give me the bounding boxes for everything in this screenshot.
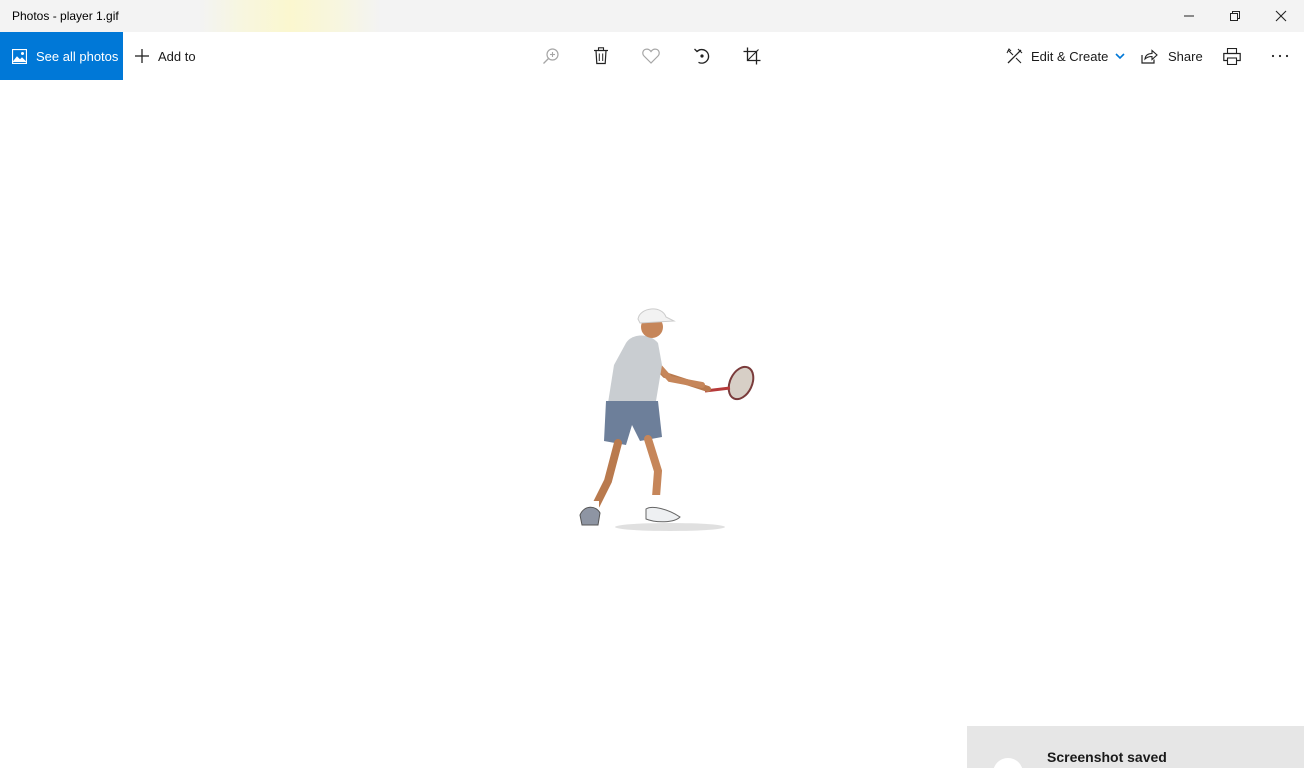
delete-icon [594, 47, 608, 65]
photo-canvas[interactable] [0, 80, 1304, 768]
chevron-down-icon [1115, 53, 1125, 60]
see-all-photos-button[interactable]: See all photos [0, 32, 123, 80]
window-title: Photos - player 1.gif [12, 9, 119, 23]
rotate-button[interactable] [692, 46, 712, 66]
toast-title: Screenshot saved [1047, 749, 1167, 765]
heart-icon [642, 48, 660, 64]
zoom-button[interactable] [541, 46, 561, 66]
screenshot-saved-toast[interactable]: Screenshot saved [967, 726, 1304, 768]
minimize-button[interactable] [1166, 0, 1212, 32]
restore-icon [1230, 11, 1240, 21]
edit-create-label: Edit & Create [1031, 48, 1109, 64]
edit-create-button[interactable]: Edit & Create [1006, 32, 1125, 80]
more-icon [1271, 54, 1289, 58]
see-all-photos-label: See all photos [36, 48, 119, 64]
edit-create-icon [1006, 47, 1023, 63]
crop-button[interactable] [742, 46, 762, 66]
restore-button[interactable] [1212, 0, 1258, 32]
share-label: Share [1168, 48, 1203, 64]
crop-icon [743, 47, 761, 65]
minimize-icon [1184, 15, 1194, 17]
plus-icon [135, 49, 149, 63]
close-icon [1275, 10, 1287, 22]
share-icon [1141, 48, 1158, 64]
print-icon [1223, 47, 1241, 65]
share-button[interactable]: Share [1141, 32, 1203, 80]
delete-button[interactable] [591, 46, 611, 66]
photo-gallery-icon [12, 48, 27, 64]
toast-icon [993, 758, 1023, 768]
favorite-button[interactable] [641, 46, 661, 66]
more-button[interactable] [1270, 46, 1290, 66]
tennis-player-image [579, 308, 755, 531]
close-button[interactable] [1258, 0, 1304, 32]
print-button[interactable] [1222, 46, 1242, 66]
add-to-button[interactable]: Add to [134, 32, 196, 80]
add-to-label: Add to [158, 48, 196, 64]
zoom-in-icon [543, 48, 559, 64]
title-bar: Photos - player 1.gif [0, 0, 1304, 32]
toolbar: See all photos Add to Edit & Create Shar… [0, 32, 1304, 80]
rotate-icon [694, 48, 710, 64]
